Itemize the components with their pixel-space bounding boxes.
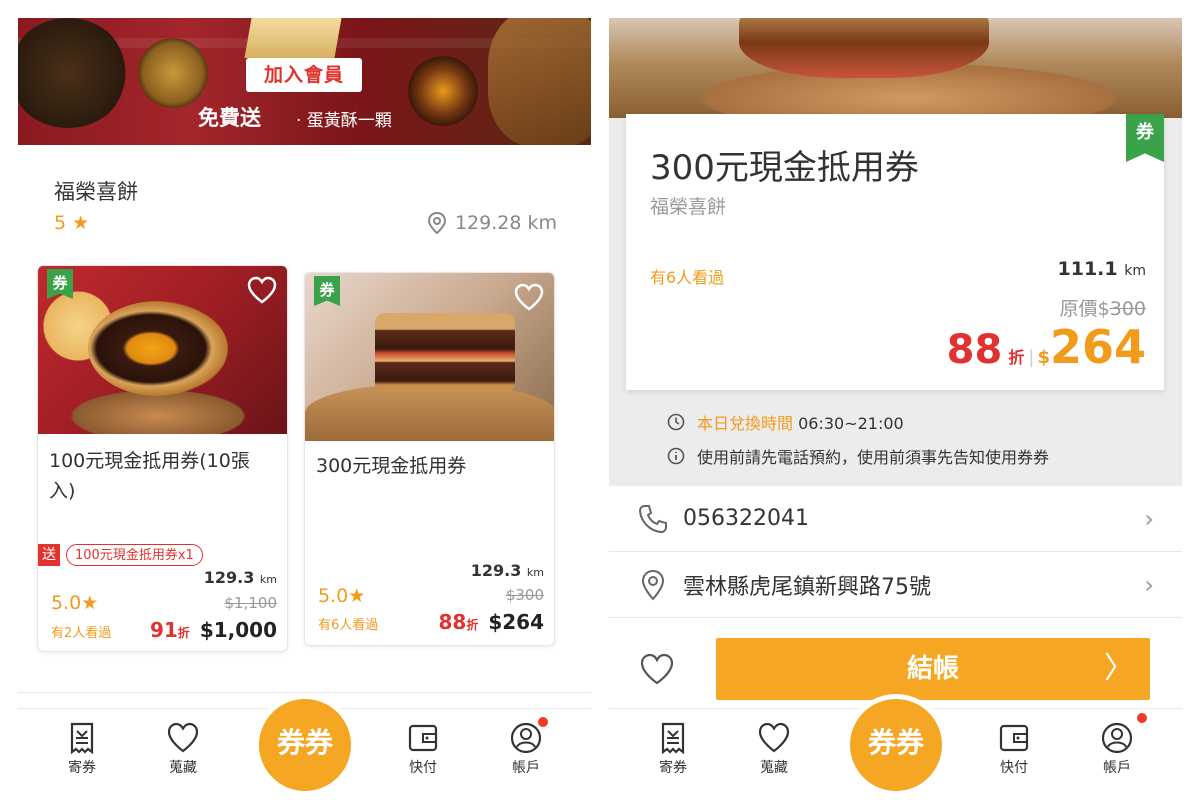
address: 雲林縣虎尾鎮新興路75號 bbox=[683, 574, 931, 600]
location-pin-icon bbox=[641, 569, 665, 600]
tab-favorites[interactable]: 蒐藏 bbox=[153, 721, 213, 777]
voucher-distance: 129.3 km bbox=[470, 561, 544, 580]
voucher-tag: 券 bbox=[1126, 114, 1164, 162]
voucher-hero-image bbox=[609, 18, 1182, 118]
redeem-hours: 本日兌換時間 06:30~21:00 bbox=[667, 410, 904, 434]
chevron-right-icon: › bbox=[1144, 504, 1154, 533]
phone-row[interactable]: 056322041 › bbox=[609, 486, 1182, 552]
favorite-heart-icon[interactable] bbox=[247, 276, 277, 304]
clock-icon bbox=[667, 413, 685, 431]
star-icon: ★ bbox=[348, 585, 366, 607]
tab-account[interactable]: 帳戶 bbox=[1087, 721, 1147, 777]
chevron-right-icon: 〉 bbox=[1104, 651, 1134, 686]
view-count: 有6人看過 bbox=[318, 618, 379, 633]
favorite-heart-icon[interactable] bbox=[514, 283, 544, 311]
voucher-title: 300元現金抵用券 bbox=[316, 455, 467, 477]
voucher-title: 300元現金抵用券 bbox=[650, 148, 919, 188]
shop-rating: 5 ★ bbox=[54, 212, 89, 234]
tab-quick-pay[interactable]: 快付 bbox=[393, 721, 453, 777]
ticket-logo: 券券 bbox=[867, 726, 924, 759]
heart-icon bbox=[758, 722, 790, 753]
notification-badge bbox=[1137, 713, 1147, 723]
original-price: $1,100 bbox=[224, 594, 278, 612]
tab-favorites[interactable]: 蒐藏 bbox=[744, 721, 804, 777]
discount: 88折 bbox=[438, 610, 479, 634]
favorite-heart-icon[interactable] bbox=[639, 652, 675, 686]
voucher-card-1[interactable]: 券 100元現金抵用券(10張入) 送 100元現金抵用券x1 129.3 km… bbox=[37, 265, 288, 652]
discount: 91折 bbox=[149, 618, 190, 642]
voucher-price: 91折 $1,000 bbox=[149, 618, 277, 642]
tab-bar: 寄券 蒐藏 券券 快付 帳戶 bbox=[609, 699, 1182, 800]
view-count: 有2人看過 bbox=[51, 626, 112, 641]
original-price: $300 bbox=[505, 586, 544, 604]
tab-home-logo[interactable]: 券券 bbox=[850, 699, 942, 791]
original-price: 原價$300 bbox=[1059, 298, 1146, 320]
shop-rating-value: 5 bbox=[54, 212, 67, 234]
join-member-button[interactable]: 加入會員 bbox=[246, 58, 362, 92]
receipt-icon bbox=[70, 722, 94, 755]
star-icon: ★ bbox=[72, 212, 90, 234]
voucher-rating: 5.0★ bbox=[318, 585, 366, 607]
chevron-right-icon: › bbox=[1144, 570, 1154, 599]
store-screen: 加入會員 免費送 · 蛋黃酥一顆 福榮喜餅 5 ★ 129.28 km 券 10… bbox=[18, 0, 591, 800]
phone-icon bbox=[638, 504, 667, 533]
voucher-price: 88折 $264 bbox=[438, 610, 544, 634]
shop-name: 福榮喜餅 bbox=[54, 180, 138, 204]
wallet-icon bbox=[408, 724, 438, 752]
view-count: 有6人看過 bbox=[650, 268, 725, 287]
membership-banner[interactable]: 加入會員 免費送 · 蛋黃酥一顆 bbox=[18, 18, 591, 145]
tab-quick-pay[interactable]: 快付 bbox=[984, 721, 1044, 777]
shop-name: 福榮喜餅 bbox=[650, 196, 727, 218]
shop-distance-value: 129.28 km bbox=[454, 212, 557, 234]
heart-icon bbox=[167, 722, 199, 753]
voucher-summary-card: 300元現金抵用券 福榮喜餅 券 有6人看過 111.1 km 原價$300 8… bbox=[626, 114, 1164, 390]
voucher-card-2[interactable]: 券 300元現金抵用券 129.3 km 5.0★ $300 有6人看過 88折… bbox=[304, 272, 555, 646]
info-icon bbox=[667, 447, 685, 465]
voucher-price: 88 折 | $ 264 bbox=[946, 320, 1146, 374]
ticket-logo: 券券 bbox=[276, 726, 333, 759]
address-row[interactable]: 雲林縣虎尾鎮新興路75號 › bbox=[609, 552, 1182, 618]
tab-bar: 寄券 蒐藏 券券 快付 帳戶 bbox=[18, 699, 591, 800]
gift-item: 100元現金抵用券x1 bbox=[66, 544, 203, 566]
notification-badge bbox=[538, 717, 548, 727]
tab-send-voucher[interactable]: 寄券 bbox=[52, 721, 112, 777]
free-gift-item: · 蛋黃酥一顆 bbox=[296, 111, 392, 131]
divider bbox=[18, 692, 591, 693]
phone-number: 056322041 bbox=[683, 506, 809, 531]
location-pin-icon bbox=[427, 212, 446, 234]
gift-row: 送 100元現金抵用券x1 bbox=[38, 544, 203, 566]
gift-tag: 送 bbox=[38, 544, 60, 566]
usage-notice: 使用前請先電話預約，使用前須事先告知使用券券 bbox=[667, 444, 1049, 468]
shop-distance: 129.28 km bbox=[427, 212, 557, 234]
free-gift-label: 免費送 bbox=[198, 106, 261, 130]
tab-account[interactable]: 帳戶 bbox=[496, 721, 556, 777]
voucher-title: 100元現金抵用券(10張入) bbox=[49, 450, 250, 502]
account-icon bbox=[1101, 722, 1133, 754]
account-icon bbox=[510, 722, 542, 754]
star-icon: ★ bbox=[81, 592, 99, 614]
voucher-detail-screen: 300元現金抵用券 福榮喜餅 券 有6人看過 111.1 km 原價$300 8… bbox=[609, 0, 1182, 800]
voucher-distance: 111.1 km bbox=[1057, 258, 1146, 280]
tab-home-logo[interactable]: 券券 bbox=[259, 699, 351, 791]
voucher-rating: 5.0★ bbox=[51, 592, 99, 614]
checkout-button[interactable]: 結帳 〉 bbox=[716, 638, 1150, 700]
receipt-icon bbox=[661, 722, 685, 755]
wallet-icon bbox=[999, 724, 1029, 752]
voucher-distance: 129.3 km bbox=[203, 568, 277, 587]
tab-send-voucher[interactable]: 寄券 bbox=[643, 721, 703, 777]
